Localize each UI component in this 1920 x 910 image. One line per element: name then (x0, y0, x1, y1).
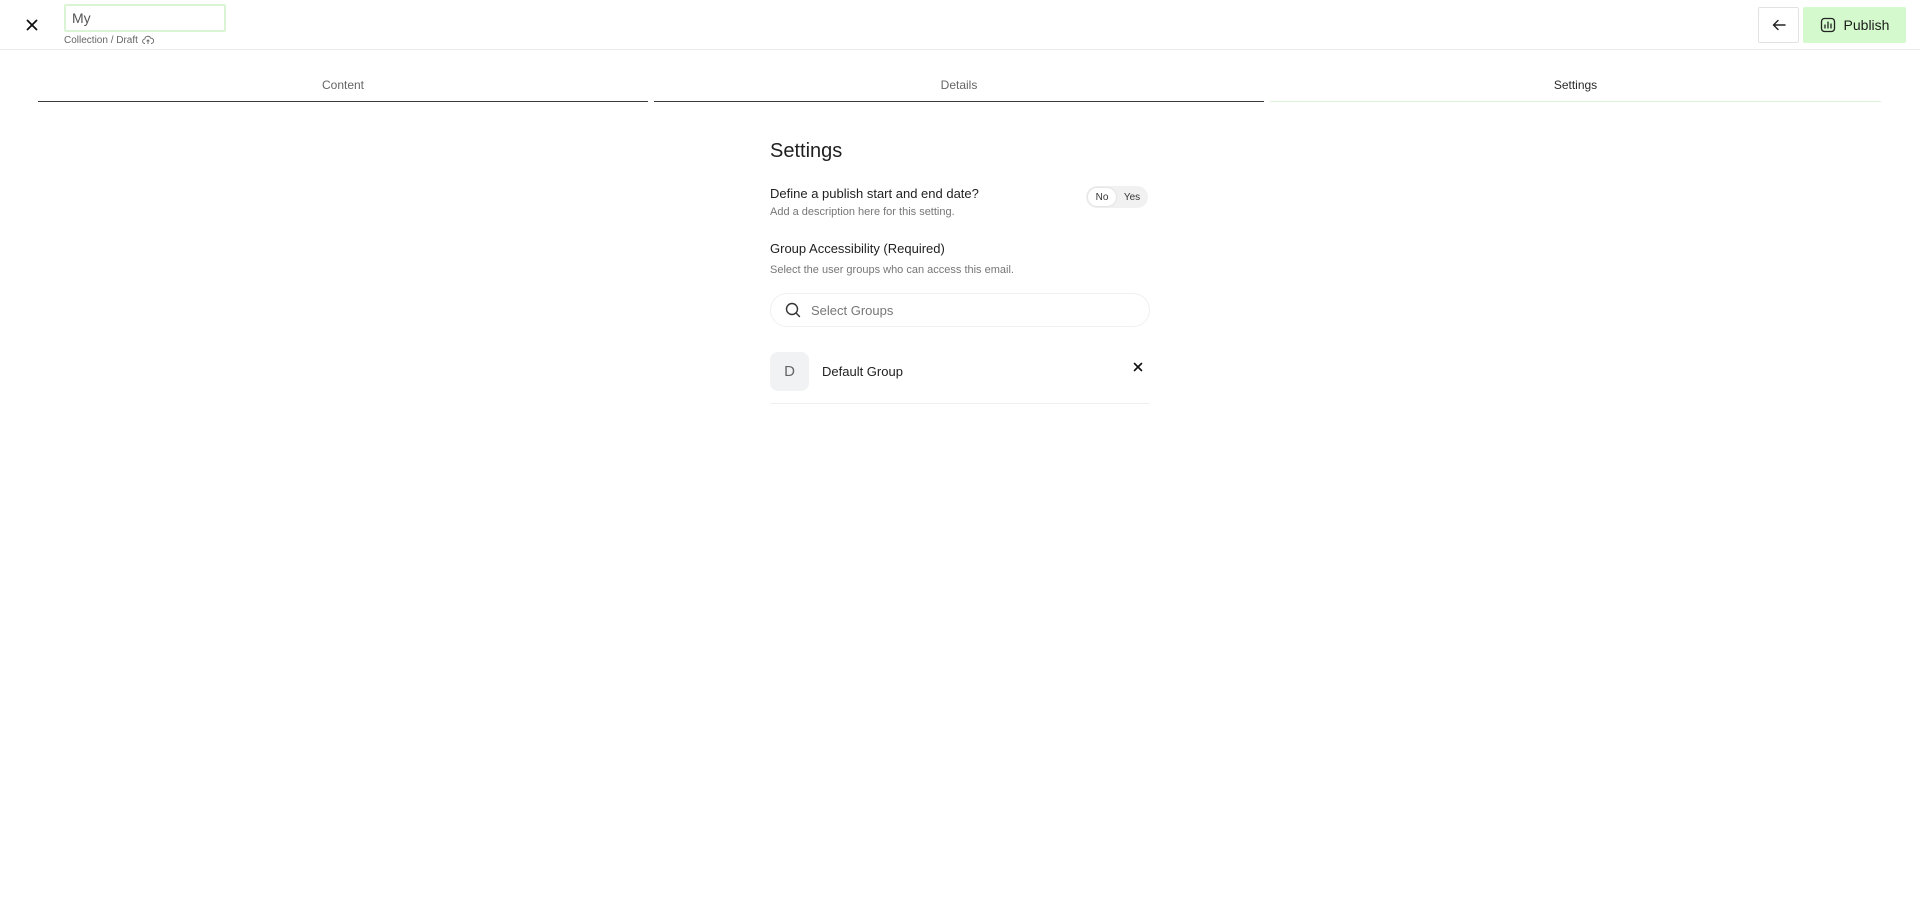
setting-description: Add a description here for this setting. (770, 206, 955, 218)
setting-label: Group Accessibility (Required) (770, 241, 945, 256)
tab-settings[interactable]: Settings (1270, 74, 1881, 102)
cloud-upload-icon (142, 35, 154, 44)
settings-panel: Settings Define a publish start and end … (770, 140, 1150, 404)
title-input[interactable] (64, 4, 226, 32)
tab-label: Content (321, 78, 365, 92)
tab-label: Details (940, 78, 978, 92)
editor-app: Collection / Draft Publish Content Detai… (0, 0, 1920, 910)
back-button[interactable] (1758, 7, 1799, 43)
avatar: D (770, 351, 809, 391)
top-bar: Collection / Draft Publish (0, 0, 1920, 50)
arrow-left-icon (1772, 19, 1786, 31)
close-button[interactable] (20, 13, 44, 37)
step-tabs: Content Details Settings (38, 74, 1881, 102)
group-search (770, 293, 1150, 327)
publish-dates-toggle: No Yes (1086, 186, 1148, 208)
search-icon (785, 302, 801, 318)
list-item: D Default Group (770, 351, 1150, 404)
publish-label: Publish (1843, 17, 1890, 33)
breadcrumb-text: Collection / Draft (64, 34, 138, 46)
group-search-input[interactable] (811, 302, 1131, 318)
group-access-setting: Group Accessibility (Required) Select th… (770, 241, 1150, 276)
group-name: Default Group (822, 363, 903, 379)
publish-icon (1820, 17, 1835, 33)
toggle-option-no[interactable]: No (1088, 188, 1116, 206)
tab-label: Settings (1553, 78, 1598, 92)
tab-content[interactable]: Content (38, 74, 648, 102)
remove-group-button[interactable] (1130, 359, 1146, 375)
tab-details[interactable]: Details (654, 74, 1264, 102)
setting-description: Select the user groups who can access th… (770, 264, 1014, 276)
publish-button[interactable]: Publish (1803, 7, 1906, 43)
breadcrumb: Collection / Draft (64, 34, 154, 46)
toggle-option-yes[interactable]: Yes (1118, 188, 1146, 206)
page-title: Settings (770, 140, 843, 162)
remove-icon (1133, 362, 1143, 372)
close-icon (26, 19, 38, 31)
